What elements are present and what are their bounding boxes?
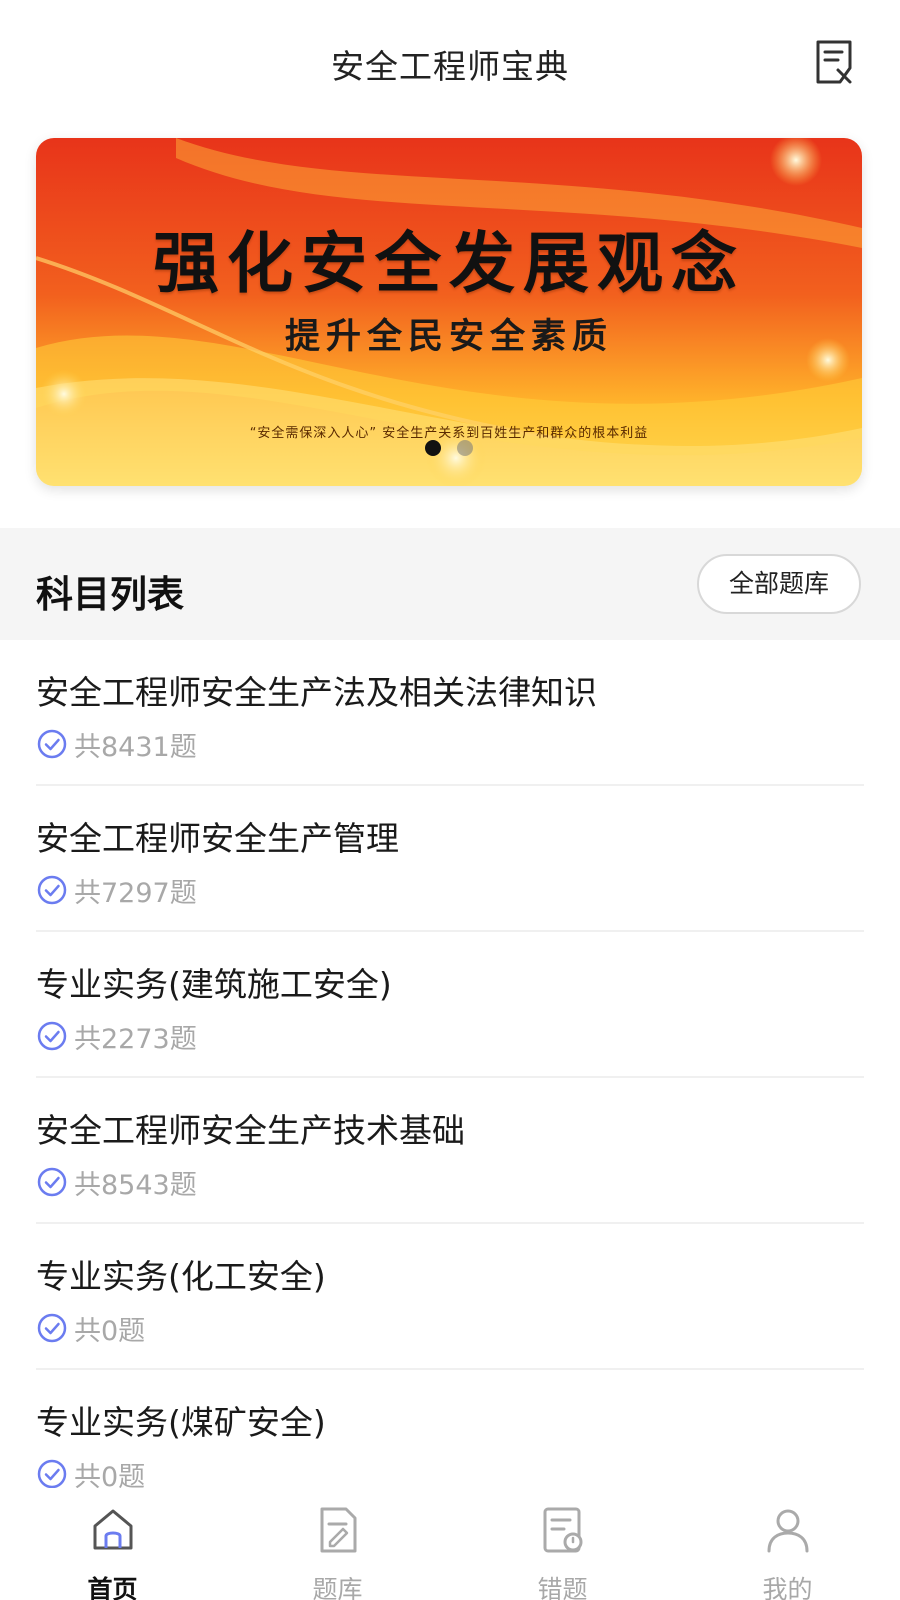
subject-list: 安全工程师安全生产法及相关法律知识 共8431题 安全工程师安全生产管理 共72… bbox=[0, 640, 900, 1516]
page-title: 安全工程师宝典 bbox=[331, 47, 569, 86]
subject-name: 专业实务(化工安全) bbox=[36, 1257, 326, 1296]
all-question-banks-button[interactable]: 全部题库 bbox=[697, 554, 861, 614]
check-circle-icon bbox=[37, 1313, 67, 1343]
carousel-dot-2[interactable] bbox=[457, 440, 473, 456]
tab-home[interactable]: 首页 bbox=[0, 1488, 225, 1600]
question-count-row: 共0题 bbox=[36, 1310, 146, 1347]
banner-subline: 提升全民安全素质 bbox=[284, 316, 613, 357]
subject-item[interactable]: 安全工程师安全生产法及相关法律知识 共8431题 bbox=[36, 640, 864, 786]
banner-headline: 强化安全发展观念 bbox=[153, 224, 745, 302]
tab-profile[interactable]: 我的 bbox=[675, 1488, 900, 1600]
subject-name: 专业实务(建筑施工安全) bbox=[36, 965, 392, 1004]
question-bank-icon bbox=[320, 1507, 356, 1553]
carousel-indicator bbox=[36, 440, 862, 460]
question-count: 共8431题 bbox=[74, 731, 197, 763]
section-title: 科目列表 bbox=[36, 573, 184, 616]
subject-name: 安全工程师安全生产管理 bbox=[36, 819, 399, 858]
question-count: 共2273题 bbox=[74, 1023, 197, 1055]
tab-wrong-questions[interactable]: 错题 bbox=[450, 1488, 675, 1600]
tab-question-bank[interactable]: 题库 bbox=[225, 1488, 450, 1600]
carousel-dot-1[interactable] bbox=[425, 440, 441, 456]
check-circle-icon bbox=[37, 875, 67, 905]
question-count-row: 共2273题 bbox=[36, 1018, 197, 1055]
question-count-row: 共0题 bbox=[36, 1456, 145, 1493]
check-circle-icon bbox=[37, 1167, 67, 1197]
check-circle-icon bbox=[37, 1459, 67, 1489]
bottom-tab-bar: 首页 题库 错题 我的 bbox=[0, 1488, 900, 1600]
subject-item[interactable]: 专业实务(建筑施工安全) 共2273题 bbox=[36, 932, 864, 1078]
home-icon bbox=[93, 1509, 132, 1550]
tab-label: 我的 bbox=[762, 1575, 813, 1600]
question-count-row: 共8431题 bbox=[36, 726, 197, 763]
check-circle-icon bbox=[37, 729, 67, 759]
subject-item[interactable]: 安全工程师安全生产管理 共7297题 bbox=[36, 786, 864, 932]
tab-label: 错题 bbox=[537, 1575, 588, 1600]
banner-carousel[interactable]: 强化安全发展观念 提升全民安全素质 “安全需保深入人心” 安全生产关系到百姓生产… bbox=[36, 138, 862, 486]
top-nav-bar: 安全工程师宝典 bbox=[0, 0, 900, 124]
question-count-row: 共8543题 bbox=[36, 1164, 197, 1201]
subject-name: 专业实务(煤矿安全) bbox=[36, 1403, 326, 1442]
user-icon bbox=[767, 1509, 808, 1553]
question-count: 共0题 bbox=[74, 1315, 146, 1347]
notes-icon[interactable] bbox=[812, 38, 858, 86]
tab-label: 首页 bbox=[87, 1575, 138, 1600]
question-count: 共7297题 bbox=[74, 877, 197, 909]
question-count-row: 共7297题 bbox=[36, 872, 197, 909]
subject-name: 安全工程师安全生产法及相关法律知识 bbox=[36, 673, 597, 712]
subject-item[interactable]: 专业实务(化工安全) 共0题 bbox=[36, 1224, 864, 1370]
subject-name: 安全工程师安全生产技术基础 bbox=[36, 1111, 465, 1150]
subject-item[interactable]: 安全工程师安全生产技术基础 共8543题 bbox=[36, 1078, 864, 1224]
tab-label: 题库 bbox=[312, 1575, 363, 1600]
wrong-questions-icon bbox=[543, 1507, 582, 1553]
question-count: 共8543题 bbox=[74, 1169, 197, 1201]
subject-list-header: 科目列表 全部题库 bbox=[0, 528, 900, 640]
banner-caption: “安全需保深入人心” 安全生产关系到百姓生产和群众的根本利益 bbox=[249, 426, 649, 441]
check-circle-icon bbox=[37, 1021, 67, 1051]
